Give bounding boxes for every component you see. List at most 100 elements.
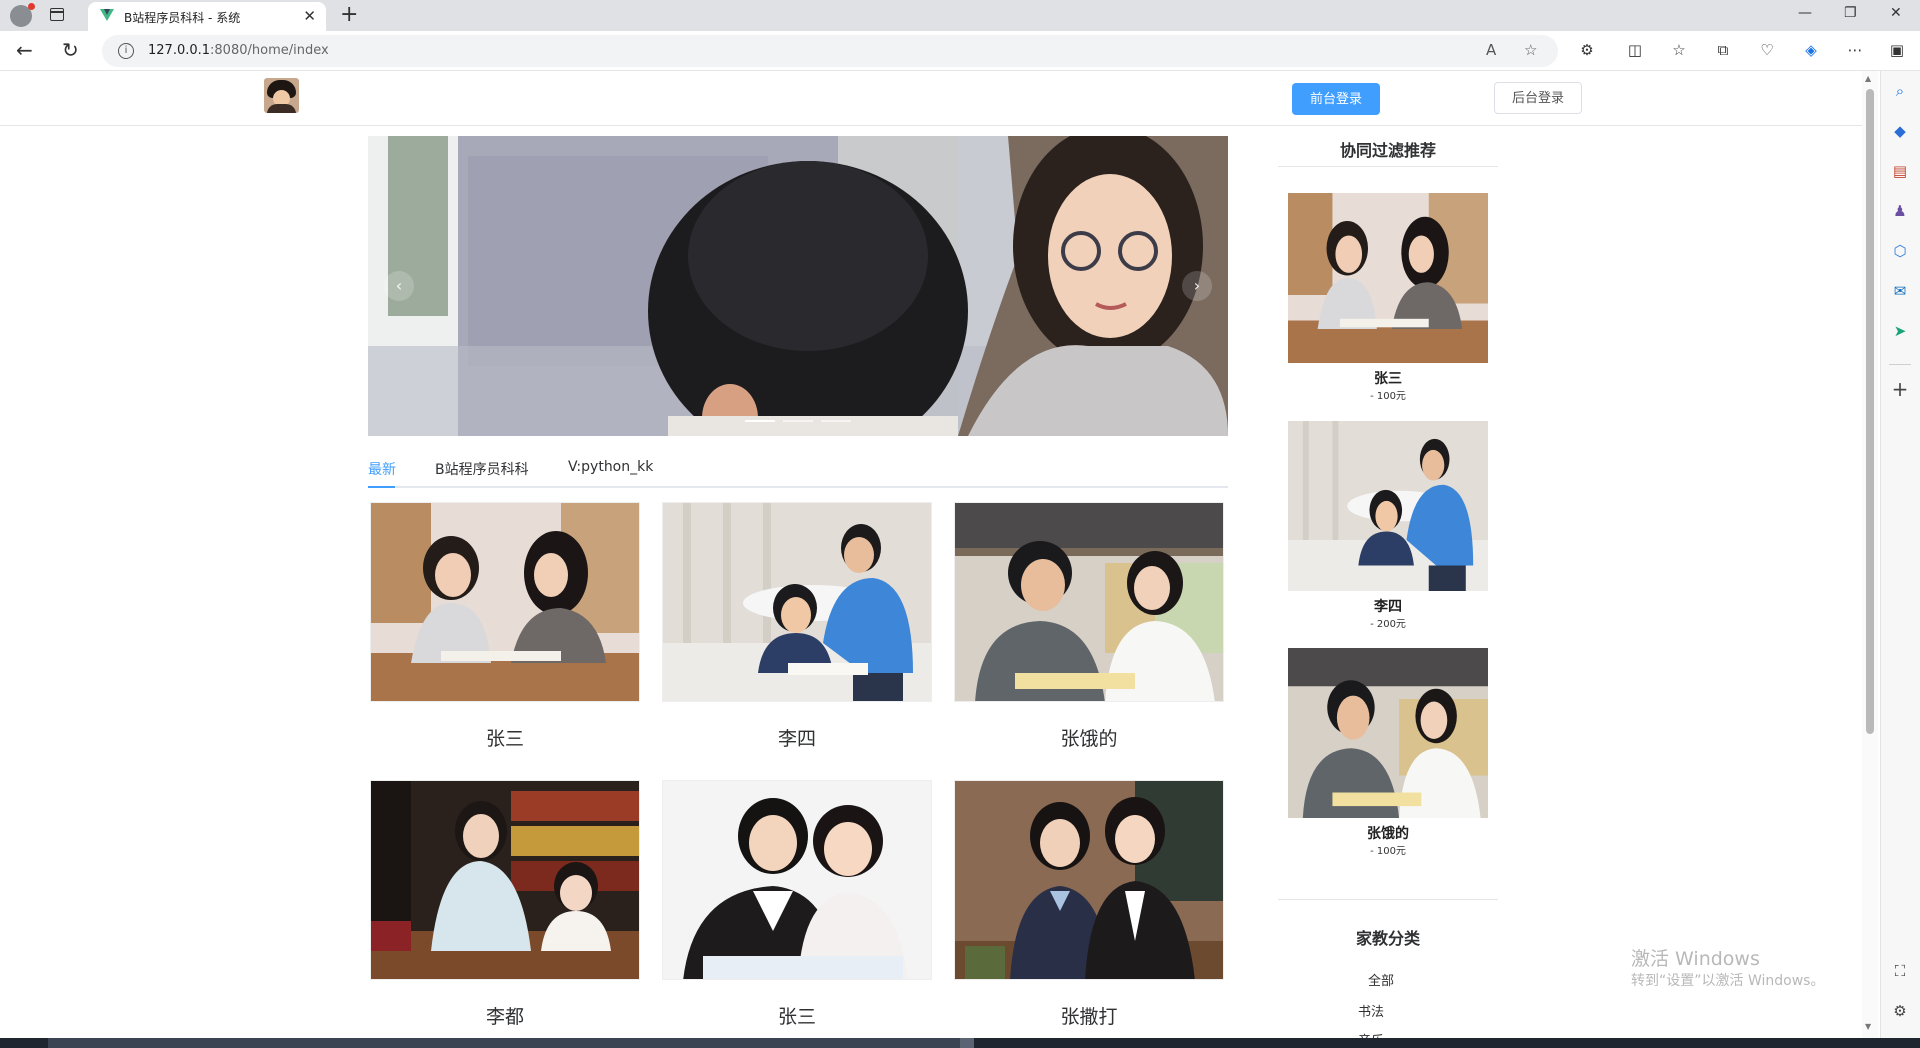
taskbar — [0, 1038, 1920, 1048]
carousel-dot-2[interactable] — [783, 420, 813, 422]
taskbar-segment — [960, 1038, 974, 1048]
carousel-dot-3[interactable] — [821, 420, 851, 422]
toolbox-icon[interactable]: ▤ — [1889, 160, 1911, 182]
carousel-prev-icon[interactable]: ‹ — [384, 271, 414, 301]
tutor-photo — [371, 503, 639, 701]
recommend-price: - 200元 — [1370, 619, 1406, 630]
back-login-button[interactable]: 后台登录 — [1494, 82, 1582, 114]
product-name: 李都 — [485, 1006, 524, 1028]
product-image[interactable] — [662, 502, 932, 702]
tutor-photo — [371, 781, 639, 979]
address-input[interactable]: i 127.0.0.1:8080/home/index A ☆ — [102, 35, 1558, 67]
close-window-icon[interactable]: ✕ — [1890, 5, 1902, 21]
tutor-photo — [663, 781, 931, 979]
tutor-photo — [1288, 421, 1488, 591]
add-icon[interactable]: + — [1889, 378, 1911, 400]
scroll-up-icon[interactable]: ▲ — [1865, 74, 1871, 83]
product-image[interactable] — [954, 502, 1224, 702]
tutor-photo — [955, 503, 1223, 701]
more-menu-icon[interactable]: ⋯ — [1844, 40, 1866, 60]
product-image[interactable] — [662, 780, 932, 980]
recommend-name: 李四 — [1374, 599, 1402, 615]
recommend-image[interactable] — [1288, 193, 1488, 363]
product-name: 张三 — [485, 728, 524, 750]
taskbar-segment — [48, 1038, 960, 1048]
drop-icon[interactable]: ➤ — [1889, 320, 1911, 342]
tutor-photo — [1288, 193, 1488, 363]
category-tabs: 最新 B站程序员科科 V:python_kk — [368, 450, 1228, 488]
site-header: 前台登录 后台登录 — [0, 72, 1862, 126]
edge-sidebar: ⌕ ◆ ▤ ♟ ⬡ ✉ ➤ + ⛶ ⚙ — [1880, 71, 1920, 1038]
scrollbar-thumb[interactable] — [1866, 89, 1874, 734]
category-item-music[interactable]: 音乐 — [1358, 1030, 1384, 1038]
banner-carousel: ‹ › — [368, 136, 1228, 436]
browser-essentials-icon[interactable]: ♡ — [1756, 40, 1778, 60]
tutor-photo — [955, 781, 1223, 979]
category-item-all[interactable]: 全部 — [1368, 970, 1394, 989]
product-name: 张撒打 — [1060, 1006, 1118, 1028]
search-icon[interactable]: ⌕ — [1889, 80, 1911, 102]
tutor-photo — [663, 503, 931, 701]
front-login-button[interactable]: 前台登录 — [1292, 83, 1380, 115]
browser-tab[interactable]: B站程序员科科 - 系统 ✕ — [88, 2, 326, 31]
recommend-price: - 100元 — [1370, 846, 1406, 857]
vue-favicon-icon — [100, 9, 114, 21]
new-tab-icon[interactable]: + — [340, 2, 358, 28]
browser-tab-bar: B站程序员科科 - 系统 ✕ + — ❐ ✕ — [0, 0, 1920, 31]
category-divider — [1278, 899, 1498, 900]
product-image[interactable] — [370, 780, 640, 980]
carousel-next-icon[interactable]: › — [1182, 271, 1212, 301]
product-image[interactable] — [370, 502, 640, 702]
back-icon[interactable]: ← — [16, 39, 33, 61]
product-image[interactable] — [954, 780, 1224, 980]
site-info-icon[interactable]: i — [118, 43, 134, 59]
category-title: 家教分类 — [1355, 929, 1420, 948]
recommend-title: 协同过滤推荐 — [1339, 141, 1436, 160]
copilot-icon[interactable]: ◈ — [1800, 40, 1822, 60]
tab-bilibili[interactable]: B站程序员科科 — [435, 459, 529, 479]
recommend-divider — [1278, 166, 1498, 167]
tab-latest[interactable]: 最新 — [368, 459, 396, 479]
recommend-name: 张饿的 — [1367, 826, 1409, 842]
sidebar-divider — [1889, 364, 1911, 365]
settings-gear-icon[interactable]: ⚙ — [1889, 1000, 1911, 1022]
url-path: :8080/home/index — [210, 43, 329, 58]
sidebar-toggle-icon[interactable]: ▣ — [1886, 40, 1908, 60]
recommend-image[interactable] — [1288, 421, 1488, 591]
recommend-name: 张三 — [1374, 371, 1402, 387]
scroll-down-icon[interactable]: ▼ — [1865, 1022, 1871, 1031]
tab-title: B站程序员科科 - 系统 — [124, 11, 241, 25]
product-name: 张饿的 — [1060, 728, 1118, 750]
site-logo[interactable] — [264, 78, 299, 113]
tab-active-indicator — [368, 486, 395, 488]
read-aloud-icon[interactable]: A — [1486, 41, 1496, 59]
recommend-image[interactable] — [1288, 648, 1488, 818]
restore-icon[interactable]: ❐ — [1844, 5, 1857, 21]
favorite-star-icon[interactable]: ☆ — [1524, 41, 1537, 59]
favorites-icon[interactable]: ☆ — [1668, 40, 1690, 60]
banner-image — [368, 136, 1228, 436]
screenshot-icon[interactable]: ⛶ — [1889, 960, 1911, 982]
page-scrollbar[interactable]: ▲ ▼ — [1862, 71, 1878, 1038]
tag-icon[interactable]: ◆ — [1889, 120, 1911, 142]
tutor-photo — [1288, 648, 1488, 818]
microsoft365-icon[interactable]: ⬡ — [1889, 240, 1911, 262]
tab-actions-icon[interactable] — [50, 8, 64, 21]
tab-python-kk[interactable]: V:python_kk — [568, 459, 653, 475]
games-icon[interactable]: ♟ — [1889, 200, 1911, 222]
outlook-icon[interactable]: ✉ — [1889, 280, 1911, 302]
logo-shirt — [267, 104, 296, 113]
split-screen-icon[interactable]: ◫ — [1624, 40, 1646, 60]
carousel-dot-1[interactable] — [745, 420, 775, 422]
recommend-price: - 100元 — [1370, 391, 1406, 402]
profile-avatar-icon[interactable] — [10, 3, 35, 27]
close-tab-icon[interactable]: ✕ — [303, 7, 316, 25]
url-host: 127.0.0.1 — [148, 43, 211, 58]
minimize-icon[interactable]: — — [1798, 5, 1812, 21]
refresh-icon[interactable]: ↻ — [62, 39, 79, 61]
activation-watermark-title: 激活 Windows — [1631, 948, 1760, 970]
extensions-icon[interactable]: ⚙ — [1576, 40, 1598, 60]
url-text: 127.0.0.1:8080/home/index — [148, 43, 329, 58]
category-item-calligraphy[interactable]: 书法 — [1358, 1001, 1384, 1020]
collections-icon[interactable]: ⧉ — [1712, 40, 1734, 60]
